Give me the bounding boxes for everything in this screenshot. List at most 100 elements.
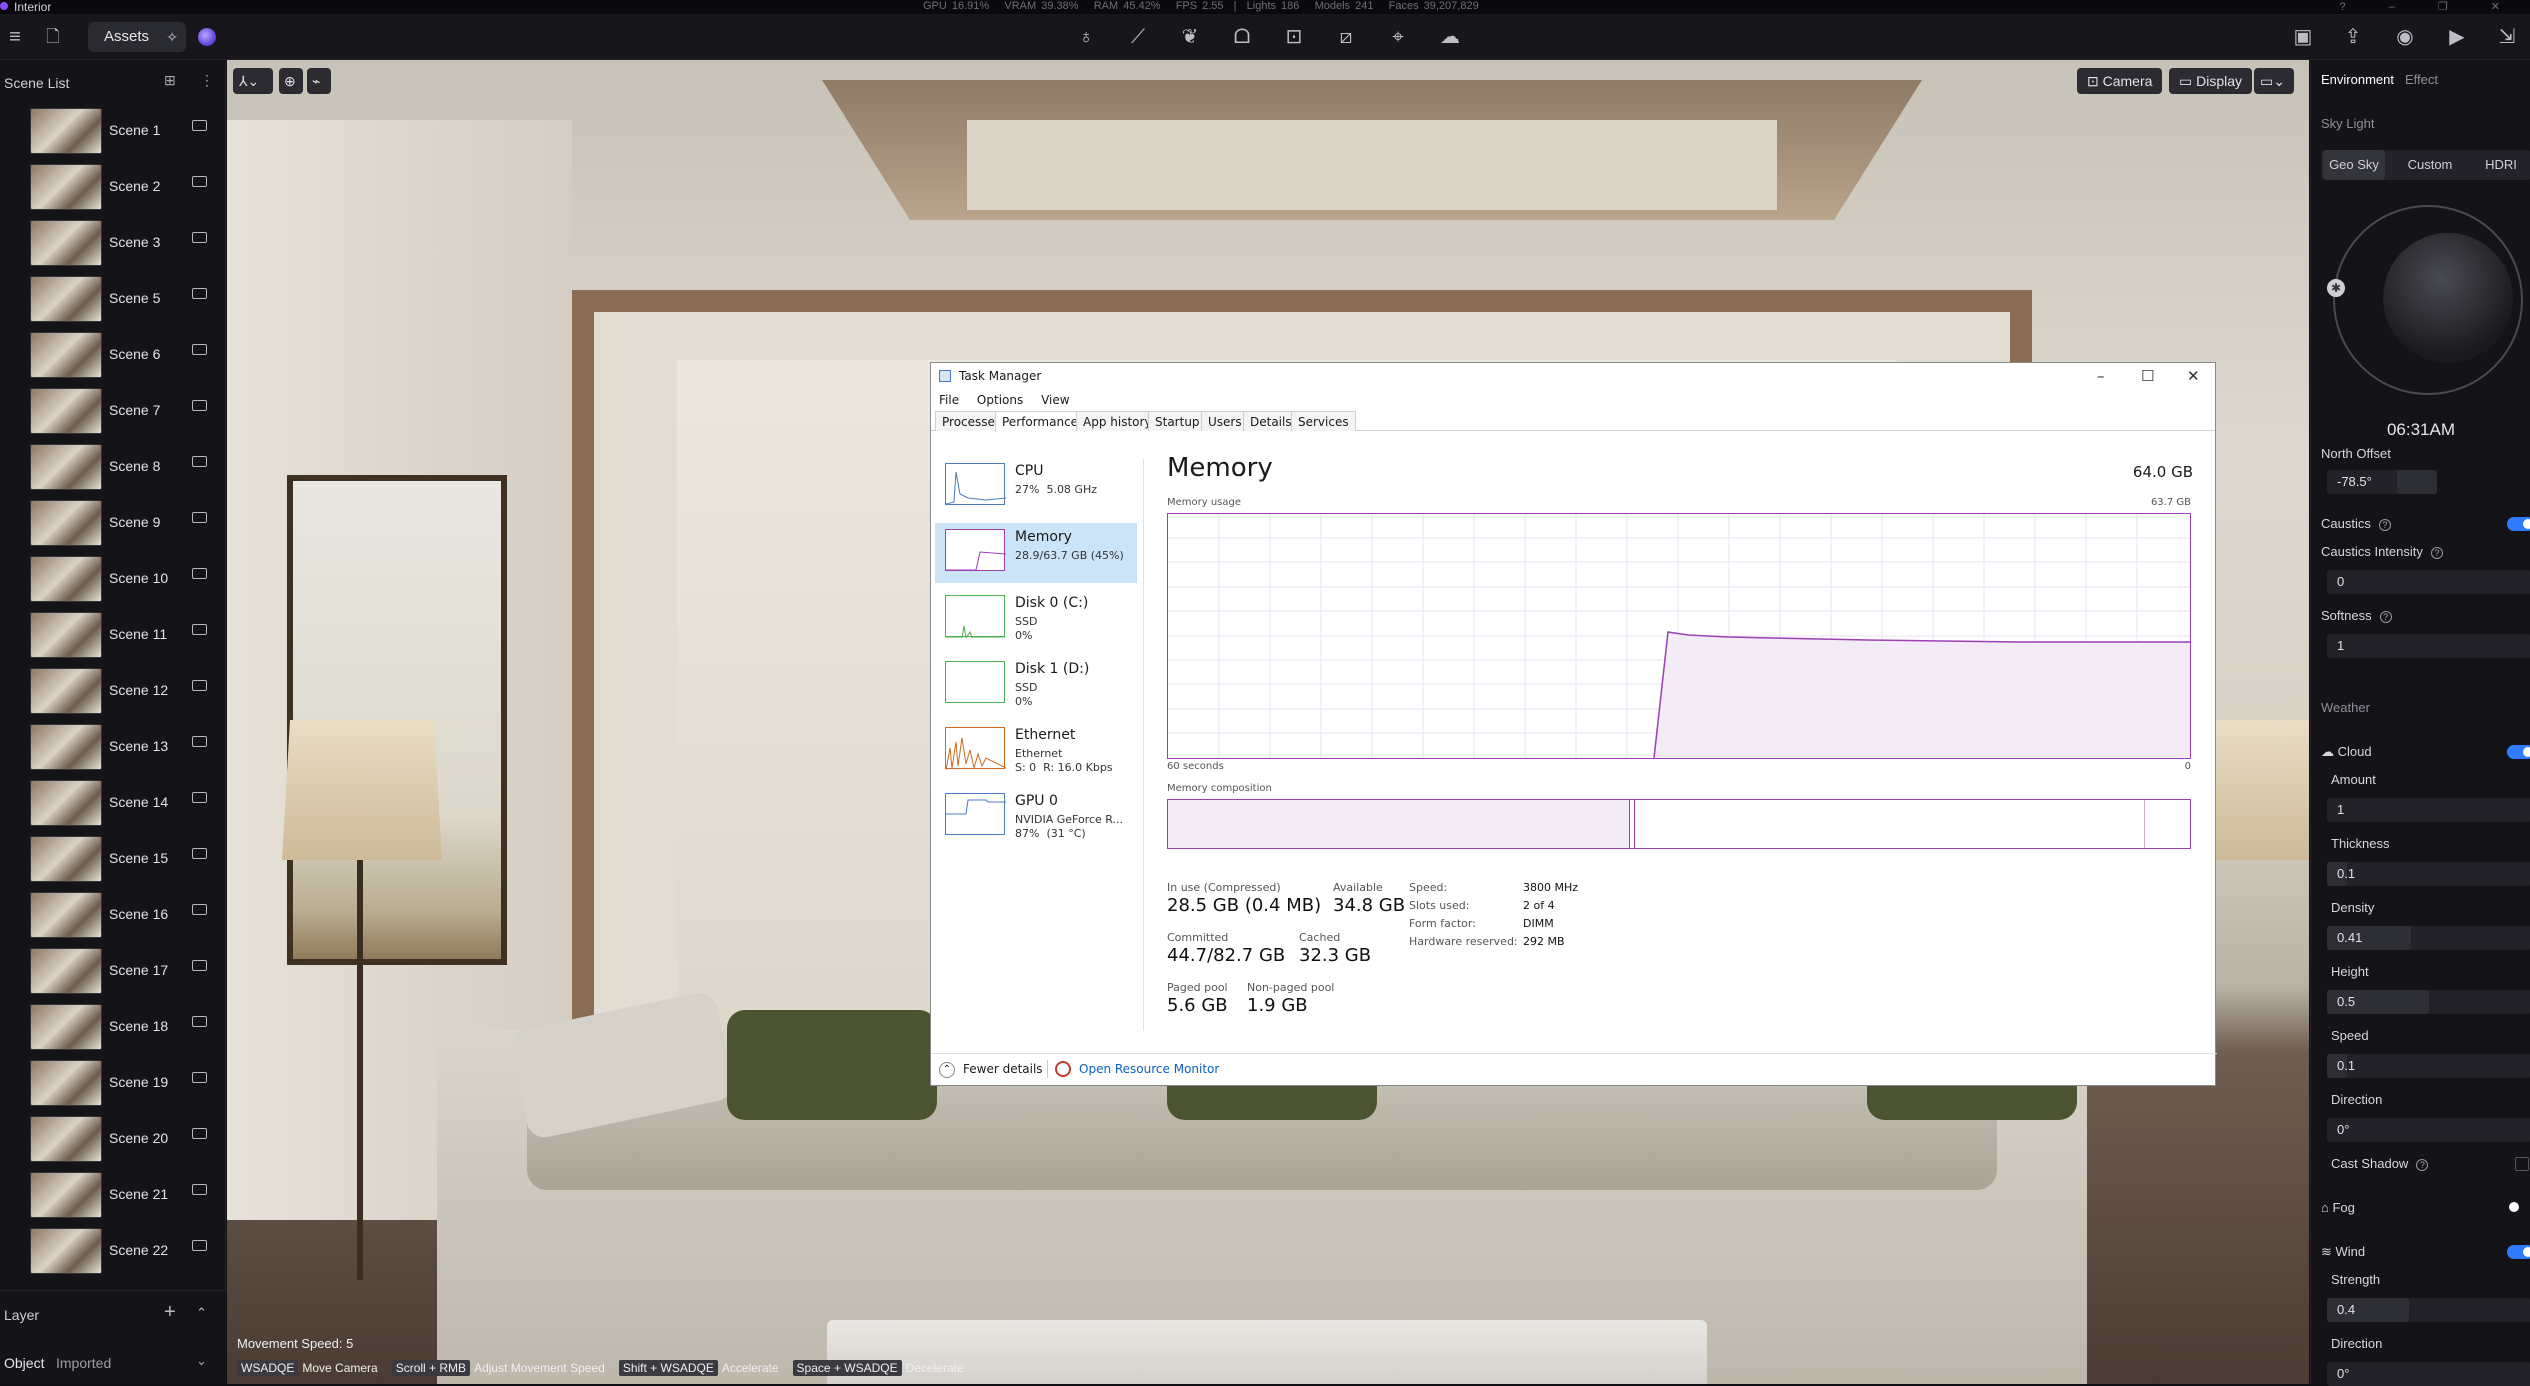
scene-item[interactable]: Scene 3: [0, 216, 225, 272]
camera-icon[interactable]: [192, 344, 207, 355]
camera-icon[interactable]: [192, 736, 207, 747]
camera-icon[interactable]: [192, 1184, 207, 1195]
scene-item[interactable]: Scene 5: [0, 272, 225, 328]
fewer-details-button[interactable]: Fewer details: [963, 1062, 1043, 1076]
speed-field[interactable]: 0.1: [2327, 1054, 2530, 1078]
camera-icon[interactable]: [192, 1072, 207, 1083]
fire-icon[interactable]: ᗝ: [1229, 24, 1255, 50]
scene-item[interactable]: Scene 12: [0, 664, 225, 720]
menu-options[interactable]: Options: [977, 393, 1023, 407]
tab-effect[interactable]: Effect: [2405, 72, 2438, 87]
transform-tool-icon[interactable]: ⅄⌄: [233, 68, 273, 94]
scene-item[interactable]: Scene 9: [0, 496, 225, 552]
tab-startup[interactable]: Startup: [1148, 411, 1207, 431]
light-bulb-icon[interactable]: ♁: [1073, 24, 1099, 50]
scene-item[interactable]: Scene 16: [0, 888, 225, 944]
gallery-icon[interactable]: ▣: [2290, 24, 2316, 50]
caustics-intensity-field[interactable]: 0: [2327, 570, 2530, 594]
cloud-toggle[interactable]: [2507, 745, 2530, 759]
chevron-down-icon[interactable]: ⌄: [196, 1353, 207, 1369]
sky-mode-geo[interactable]: Geo Sky: [2323, 150, 2385, 180]
layer-filter-dropdown[interactable]: Imported: [56, 1355, 111, 1371]
resource-ethernet[interactable]: Ethernet Ethernet S: 0 R: 16.0 Kbps: [935, 721, 1137, 781]
tab-environment[interactable]: Environment: [2321, 72, 2394, 87]
sky-mode-custom[interactable]: Custom: [2395, 150, 2465, 180]
path-tool-icon[interactable]: ⟋: [1125, 24, 1151, 50]
camera-icon[interactable]: [192, 792, 207, 803]
camera-icon[interactable]: [192, 568, 207, 579]
resource-memory[interactable]: Memory 28.9/63.7 GB (45%): [935, 523, 1137, 583]
scene-item[interactable]: Scene 21: [0, 1168, 225, 1224]
scene-item[interactable]: Scene 15: [0, 832, 225, 888]
display-button[interactable]: ▭ Display: [2169, 68, 2253, 94]
north-offset-slider[interactable]: [2397, 470, 2437, 494]
camera-icon[interactable]: [192, 176, 207, 187]
minimize-icon[interactable]: –: [2097, 363, 2105, 389]
camera-button[interactable]: ⊡ Camera: [2077, 68, 2163, 94]
camera-icon[interactable]: [192, 1016, 207, 1027]
scene-item[interactable]: Scene 17: [0, 944, 225, 1000]
close-icon[interactable]: ✕: [2187, 363, 2200, 389]
select-tool-icon[interactable]: ⌖: [1385, 24, 1411, 50]
scene-item[interactable]: Scene 18: [0, 1000, 225, 1056]
export-icon[interactable]: ⇪: [2340, 24, 2366, 50]
camera-icon[interactable]: [192, 904, 207, 915]
camera-icon[interactable]: [192, 232, 207, 243]
camera-icon[interactable]: [192, 624, 207, 635]
sun-position-dial[interactable]: ✱: [2327, 205, 2523, 395]
leaf-icon[interactable]: ❦: [1177, 24, 1203, 50]
camera-icon[interactable]: [192, 1240, 207, 1251]
scene-item[interactable]: Scene 2: [0, 160, 225, 216]
globe-icon[interactable]: ⊕: [279, 68, 303, 94]
more-options-icon[interactable]: ⋮: [200, 72, 214, 89]
snap-icon[interactable]: ⌁: [307, 68, 331, 94]
scene-item[interactable]: Scene 19: [0, 1056, 225, 1112]
scene-item[interactable]: Scene 11: [0, 608, 225, 664]
material-icon[interactable]: ⧄: [1333, 24, 1359, 50]
tab-users[interactable]: Users: [1201, 411, 1249, 431]
camera-icon[interactable]: [192, 456, 207, 467]
amount-field[interactable]: 1: [2327, 798, 2530, 822]
camera-icon[interactable]: [192, 1128, 207, 1139]
softness-field[interactable]: 1: [2327, 634, 2530, 658]
sun-icon[interactable]: ✱: [2327, 279, 2345, 297]
menu-file[interactable]: File: [939, 393, 959, 407]
camera-icon[interactable]: [192, 120, 207, 131]
collapse-icon[interactable]: ⌃: [196, 1305, 207, 1321]
camera-icon[interactable]: [192, 848, 207, 859]
camera-icon[interactable]: [192, 680, 207, 691]
scene-item[interactable]: Scene 20: [0, 1112, 225, 1168]
scene-item[interactable]: Scene 6: [0, 328, 225, 384]
thickness-field[interactable]: 0.1: [2327, 862, 2530, 886]
camera-icon[interactable]: [192, 960, 207, 971]
direction-field[interactable]: 0°: [2327, 1118, 2530, 1142]
add-scene-icon[interactable]: ⊞: [164, 72, 176, 89]
strength-field[interactable]: 0.4: [2327, 1298, 2530, 1322]
open-resource-monitor-link[interactable]: Open Resource Monitor: [1079, 1062, 1219, 1076]
cloud-tool-icon[interactable]: ☁: [1437, 24, 1463, 50]
camera-icon[interactable]: [192, 288, 207, 299]
resource-gpu0[interactable]: GPU 0 NVIDIA GeForce R... 87% (31 °C): [935, 787, 1137, 847]
tab-app-history[interactable]: App history: [1076, 411, 1159, 431]
scene-item[interactable]: Scene 14: [0, 776, 225, 832]
resource-disk0[interactable]: Disk 0 (C:) SSD 0%: [935, 589, 1137, 649]
tab-performance[interactable]: Performance: [995, 411, 1086, 432]
caustics-toggle[interactable]: [2507, 517, 2530, 531]
camera-icon[interactable]: [192, 400, 207, 411]
resource-disk1[interactable]: Disk 1 (D:) SSD 0%: [935, 655, 1137, 715]
density-field[interactable]: 0.41: [2327, 926, 2530, 950]
new-file-icon[interactable]: 🗋: [40, 24, 66, 50]
scene-item[interactable]: Scene 1: [0, 104, 225, 160]
camera-capture-icon[interactable]: ◉: [2392, 24, 2418, 50]
scene-item[interactable]: Scene 22: [0, 1224, 225, 1280]
scene-item[interactable]: Scene 8: [0, 440, 225, 496]
maximize-icon[interactable]: ☐: [2141, 363, 2154, 389]
scene-item[interactable]: Scene 7: [0, 384, 225, 440]
sky-mode-hdri[interactable]: HDRI: [2471, 150, 2530, 180]
wind-toggle[interactable]: [2507, 1245, 2530, 1259]
fog-toggle[interactable]: [2509, 1202, 2519, 1212]
video-icon[interactable]: ▶: [2444, 24, 2470, 50]
ai-orb-icon[interactable]: [198, 28, 216, 46]
camera-icon[interactable]: [192, 512, 207, 523]
menu-view[interactable]: View: [1041, 393, 1069, 407]
